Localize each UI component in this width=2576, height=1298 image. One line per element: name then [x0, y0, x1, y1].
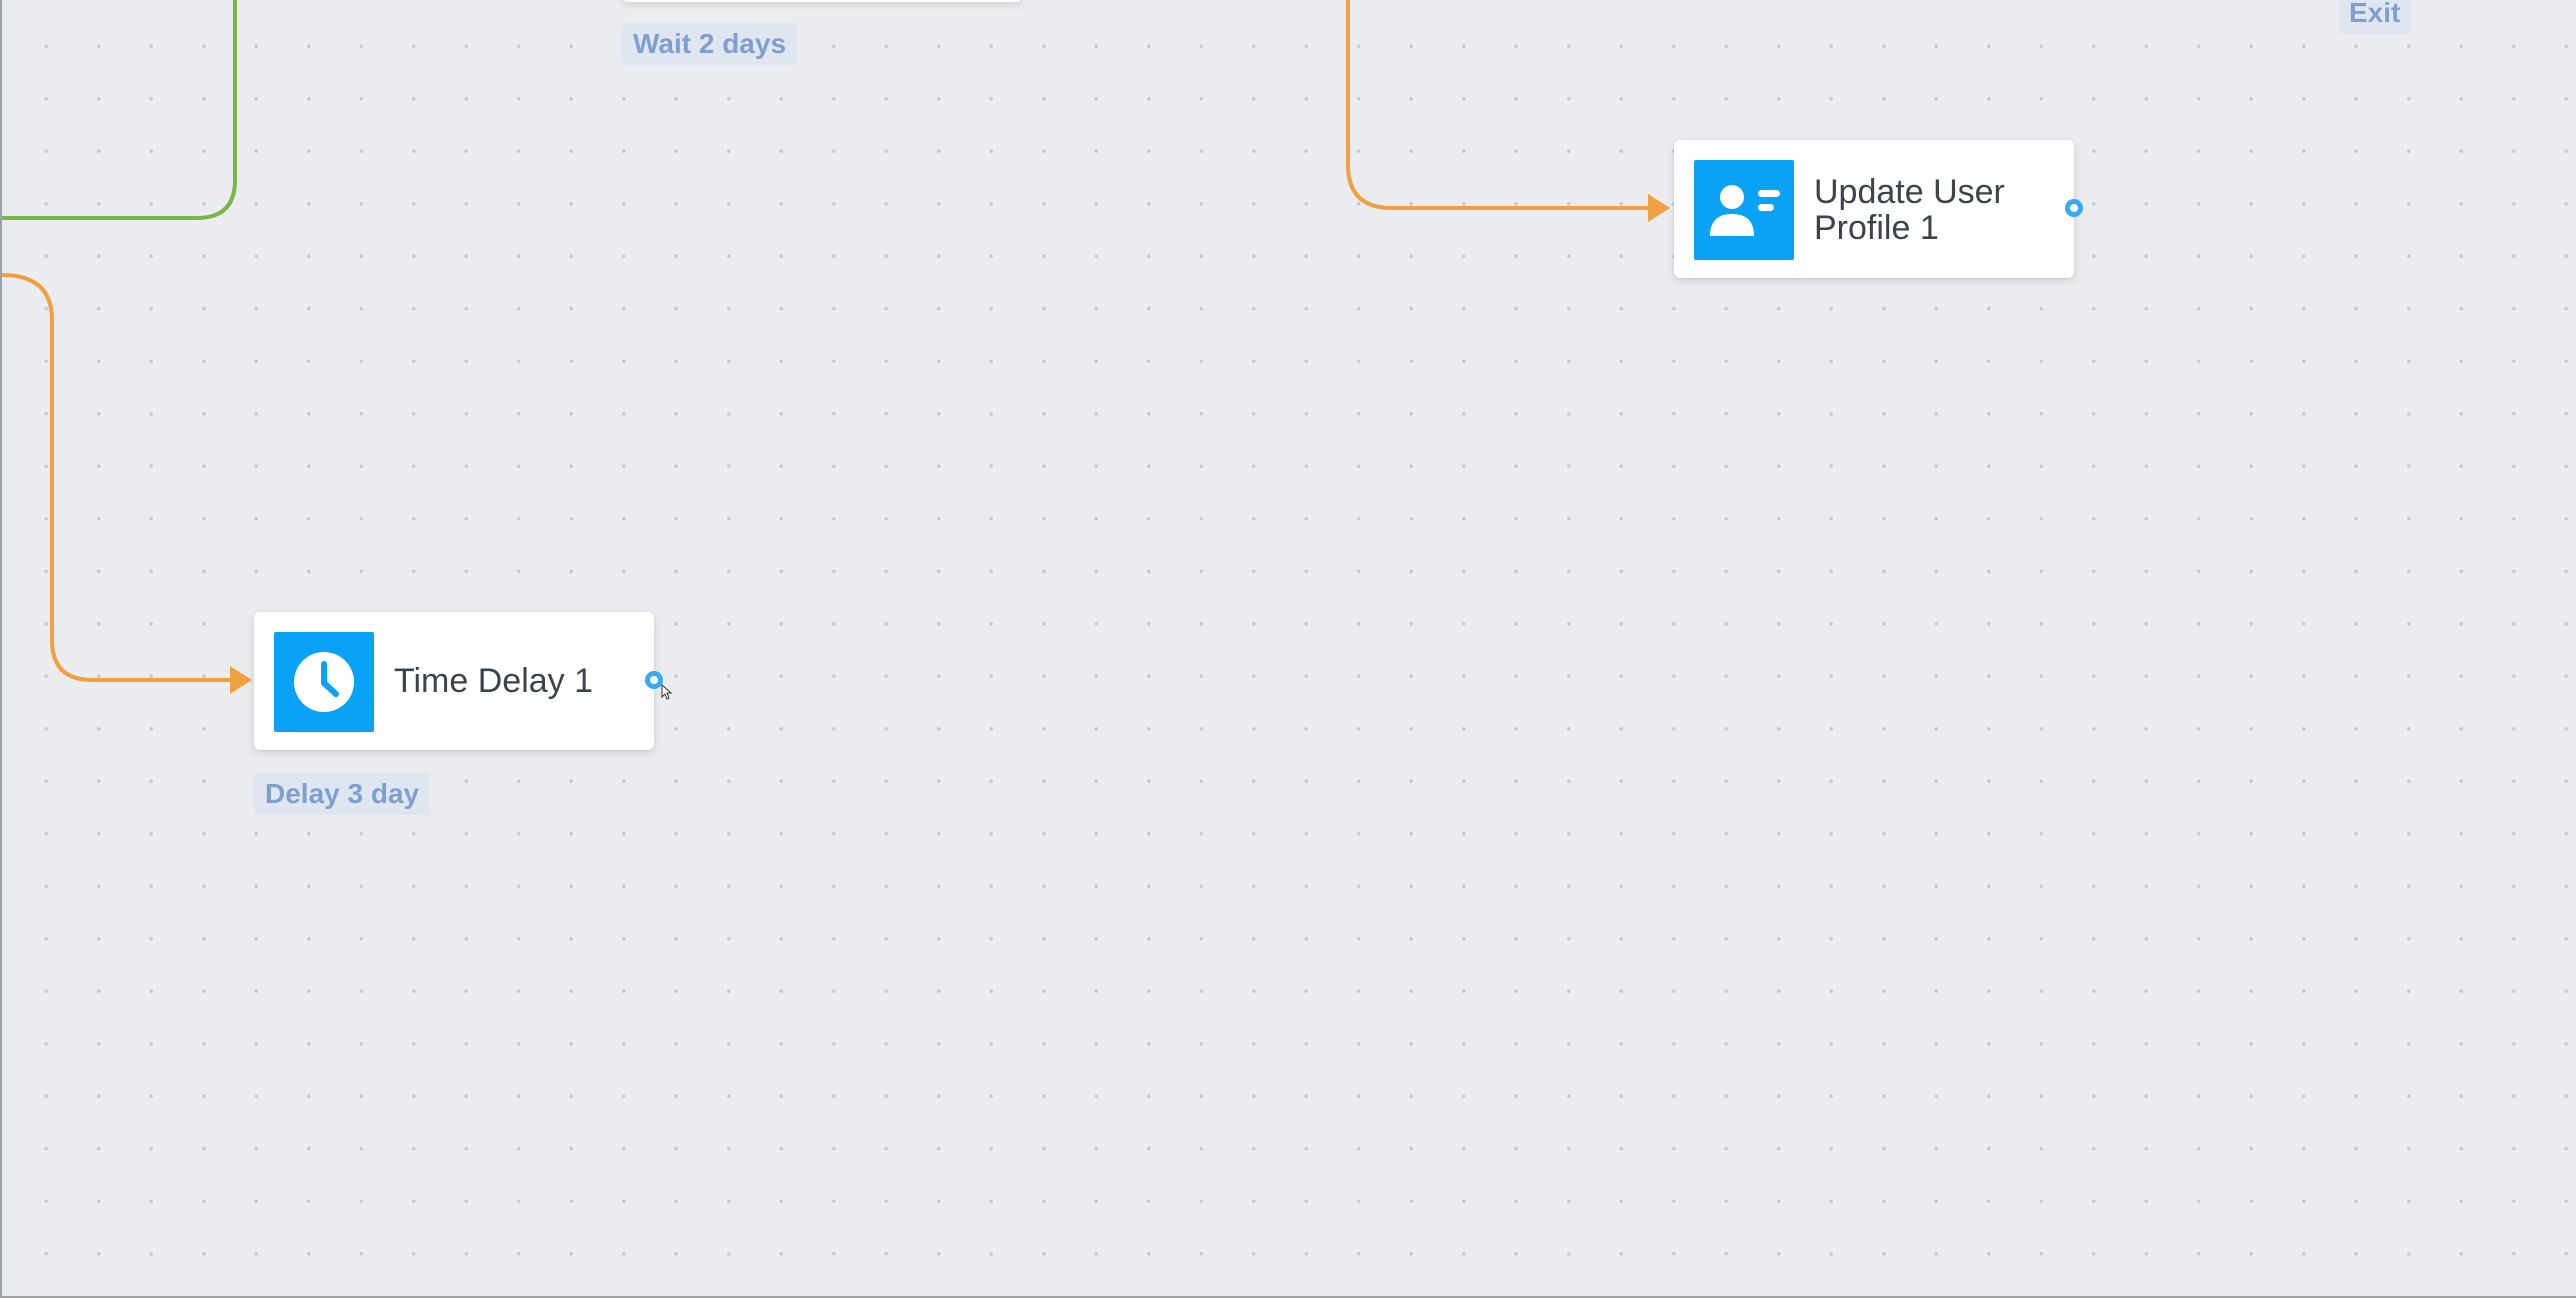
journey-canvas[interactable]: Wait 2 days Exit Update User Profile 1 T… — [0, 0, 2576, 1298]
wait-label-tag: Wait 2 days — [622, 23, 798, 65]
arrowhead-time-delay — [230, 666, 252, 694]
node-title: Time Delay 1 — [394, 662, 594, 700]
update-user-profile-node[interactable]: Update User Profile 1 — [1674, 140, 2074, 278]
user-profile-card-icon — [1694, 160, 1794, 260]
delay-label-tag: Delay 3 day — [254, 773, 431, 815]
clock-icon — [274, 632, 374, 732]
offscreen-node-edge[interactable] — [622, 0, 1022, 2]
output-port-update-profile[interactable] — [2065, 199, 2083, 217]
orange-connector-time-delay — [2, 273, 232, 682]
arrowhead-update-profile — [1648, 194, 1670, 222]
cursor-pointer-icon — [661, 684, 673, 700]
time-delay-node[interactable]: Time Delay 1 — [254, 612, 654, 750]
orange-connector-update-profile — [1346, 0, 1650, 210]
node-title: Update User Profile 1 — [1814, 173, 2005, 247]
exit-label-tag: Exit — [2338, 0, 2412, 34]
green-connector — [2, 0, 237, 220]
